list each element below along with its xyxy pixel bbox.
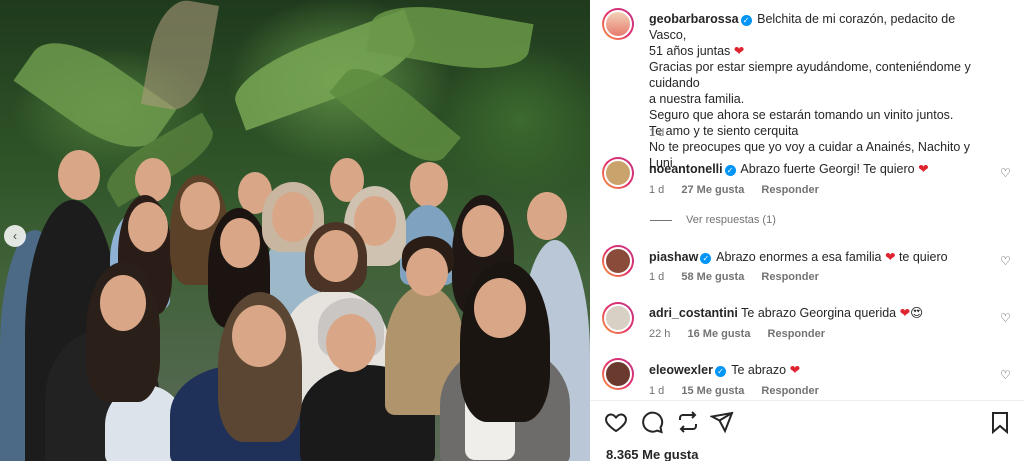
comment-time[interactable]: 1 d <box>649 385 664 397</box>
heart-icon: ❤ <box>918 162 929 176</box>
comment-time[interactable]: 1 d <box>649 184 664 196</box>
verified-badge-icon: ✓ <box>700 253 712 264</box>
comment-text: adri_costantini Te abrazo Georgina queri… <box>649 305 992 321</box>
author-username[interactable]: geobarbarossa <box>649 12 739 26</box>
comment-meta: 1 d 27 Me gusta Responder <box>649 184 833 196</box>
verified-badge-icon: ✓ <box>714 366 726 377</box>
caption-meta: 1 d <box>649 127 678 139</box>
comment-item: eleowexler ✓ Te abrazo ❤ 1 d 15 Me gusta … <box>602 358 1012 400</box>
comment-text: eleowexler ✓ Te abrazo ❤ <box>649 362 992 378</box>
comment-heart-icon[interactable]: ♡ <box>1000 255 1012 267</box>
caption-text: geobarbarossa ✓ Belchita de mi corazón, p… <box>649 11 992 171</box>
caption: geobarbarossa ✓ Belchita de mi corazón, p… <box>602 8 1012 170</box>
author-avatar[interactable] <box>602 8 634 40</box>
person-head <box>474 278 526 338</box>
person-head <box>220 218 260 268</box>
comment-body: Te abrazo <box>731 363 787 377</box>
share-icon[interactable] <box>676 410 700 434</box>
comment-body-end: te quiero <box>898 250 948 264</box>
caption-line: Seguro que ahora se estarán tomando un v… <box>649 108 954 122</box>
comment-text: piashaw ✓ Abrazo enormes a esa familia ❤ … <box>649 249 992 265</box>
person-head <box>180 182 220 230</box>
comment-meta: 22 h 16 Me gusta Responder <box>649 328 839 340</box>
comments-section: geobarbarossa ✓ Belchita de mi corazón, p… <box>590 0 1024 400</box>
verified-badge-icon: ✓ <box>724 165 736 176</box>
comment-heart-icon[interactable]: ♡ <box>1000 167 1012 179</box>
comment-body: Abrazo enormes a esa familia <box>716 250 882 264</box>
commenter-avatar[interactable] <box>602 358 634 390</box>
comment-meta: 1 d 15 Me gusta Responder <box>649 385 833 397</box>
commenter-username[interactable]: adri_costantini <box>649 306 738 320</box>
person-head <box>462 205 504 257</box>
replies-divider <box>650 219 672 221</box>
comment-meta: 1 d 58 Me gusta Responder <box>649 271 833 283</box>
caption-time[interactable]: 1 d <box>649 127 664 139</box>
comment-item: adri_costantini Te abrazo Georgina queri… <box>602 302 1012 352</box>
actions-divider <box>590 400 1024 401</box>
comment-body: Abrazo fuerte Georgi! Te quiero <box>740 162 915 176</box>
comment-body: Te abrazo Georgina querida <box>741 306 897 320</box>
person-head <box>326 314 376 372</box>
commenter-username[interactable]: eleowexler <box>649 363 713 377</box>
heart-eyes-emoji-icon: 😍 <box>910 306 924 320</box>
verified-badge-icon: ✓ <box>740 15 752 26</box>
commenter-avatar[interactable] <box>602 302 634 334</box>
person-head <box>527 192 567 240</box>
commenter-username[interactable]: piashaw <box>649 250 698 264</box>
reply-button[interactable]: Responder <box>768 328 825 340</box>
reply-button[interactable]: Responder <box>761 385 818 397</box>
comment-icon[interactable] <box>640 410 664 434</box>
heart-icon: ❤ <box>884 250 896 264</box>
reply-button[interactable]: Responder <box>761 271 818 283</box>
post-photo[interactable]: ‹ <box>0 0 590 461</box>
send-icon[interactable] <box>710 410 734 434</box>
carousel-prev-button[interactable]: ‹ <box>4 225 26 247</box>
post-likes-count[interactable]: 8.365 Me gusta <box>606 447 699 461</box>
commenter-avatar[interactable] <box>602 157 634 189</box>
comment-likes[interactable]: 27 Me gusta <box>681 184 744 196</box>
reply-button[interactable]: Responder <box>761 184 818 196</box>
comment-time[interactable]: 1 d <box>649 271 664 283</box>
caption-line: Gracias por estar siempre ayudándome, co… <box>649 60 971 90</box>
heart-icon: ❤ <box>789 363 801 377</box>
bookmark-icon[interactable] <box>988 410 1012 434</box>
comment-likes[interactable]: 58 Me gusta <box>681 271 744 283</box>
comment-text: noeantonelli ✓ Abrazo fuerte Georgi! Te q… <box>649 161 992 177</box>
person-head <box>406 248 448 296</box>
comment-heart-icon[interactable]: ♡ <box>1000 369 1012 381</box>
view-replies-label: Ver respuestas (1) <box>686 214 776 226</box>
heart-icon: ❤ <box>899 306 911 320</box>
dry-leaf <box>140 0 220 115</box>
heart-icon: ❤ <box>733 44 745 58</box>
post-side-panel: geobarbarossa ✓ Belchita de mi corazón, p… <box>590 0 1024 461</box>
person-head <box>58 150 100 200</box>
caption-line: 51 años juntas <box>649 44 731 58</box>
comment-heart-icon[interactable]: ♡ <box>1000 312 1012 324</box>
heart-icon[interactable] <box>604 410 628 434</box>
person-head <box>128 202 168 252</box>
person-head <box>410 162 448 208</box>
commenter-username[interactable]: noeantonelli <box>649 162 723 176</box>
commenter-avatar[interactable] <box>602 245 634 277</box>
comment-item: piashaw ✓ Abrazo enormes a esa familia ❤ … <box>602 245 1012 295</box>
person-head <box>314 230 358 282</box>
person-head <box>100 275 146 331</box>
caption-line: a nuestra familia. <box>649 92 745 106</box>
person-head <box>272 192 314 242</box>
comment-likes[interactable]: 15 Me gusta <box>681 385 744 397</box>
comment-time[interactable]: 22 h <box>649 328 670 340</box>
view-replies-button[interactable]: Ver respuestas (1) <box>650 214 776 226</box>
comment-likes[interactable]: 16 Me gusta <box>687 328 750 340</box>
person-head <box>232 305 286 367</box>
comment-item: noeantonelli ✓ Abrazo fuerte Georgi! Te q… <box>602 157 1012 207</box>
post-actions-bar <box>604 410 1012 436</box>
